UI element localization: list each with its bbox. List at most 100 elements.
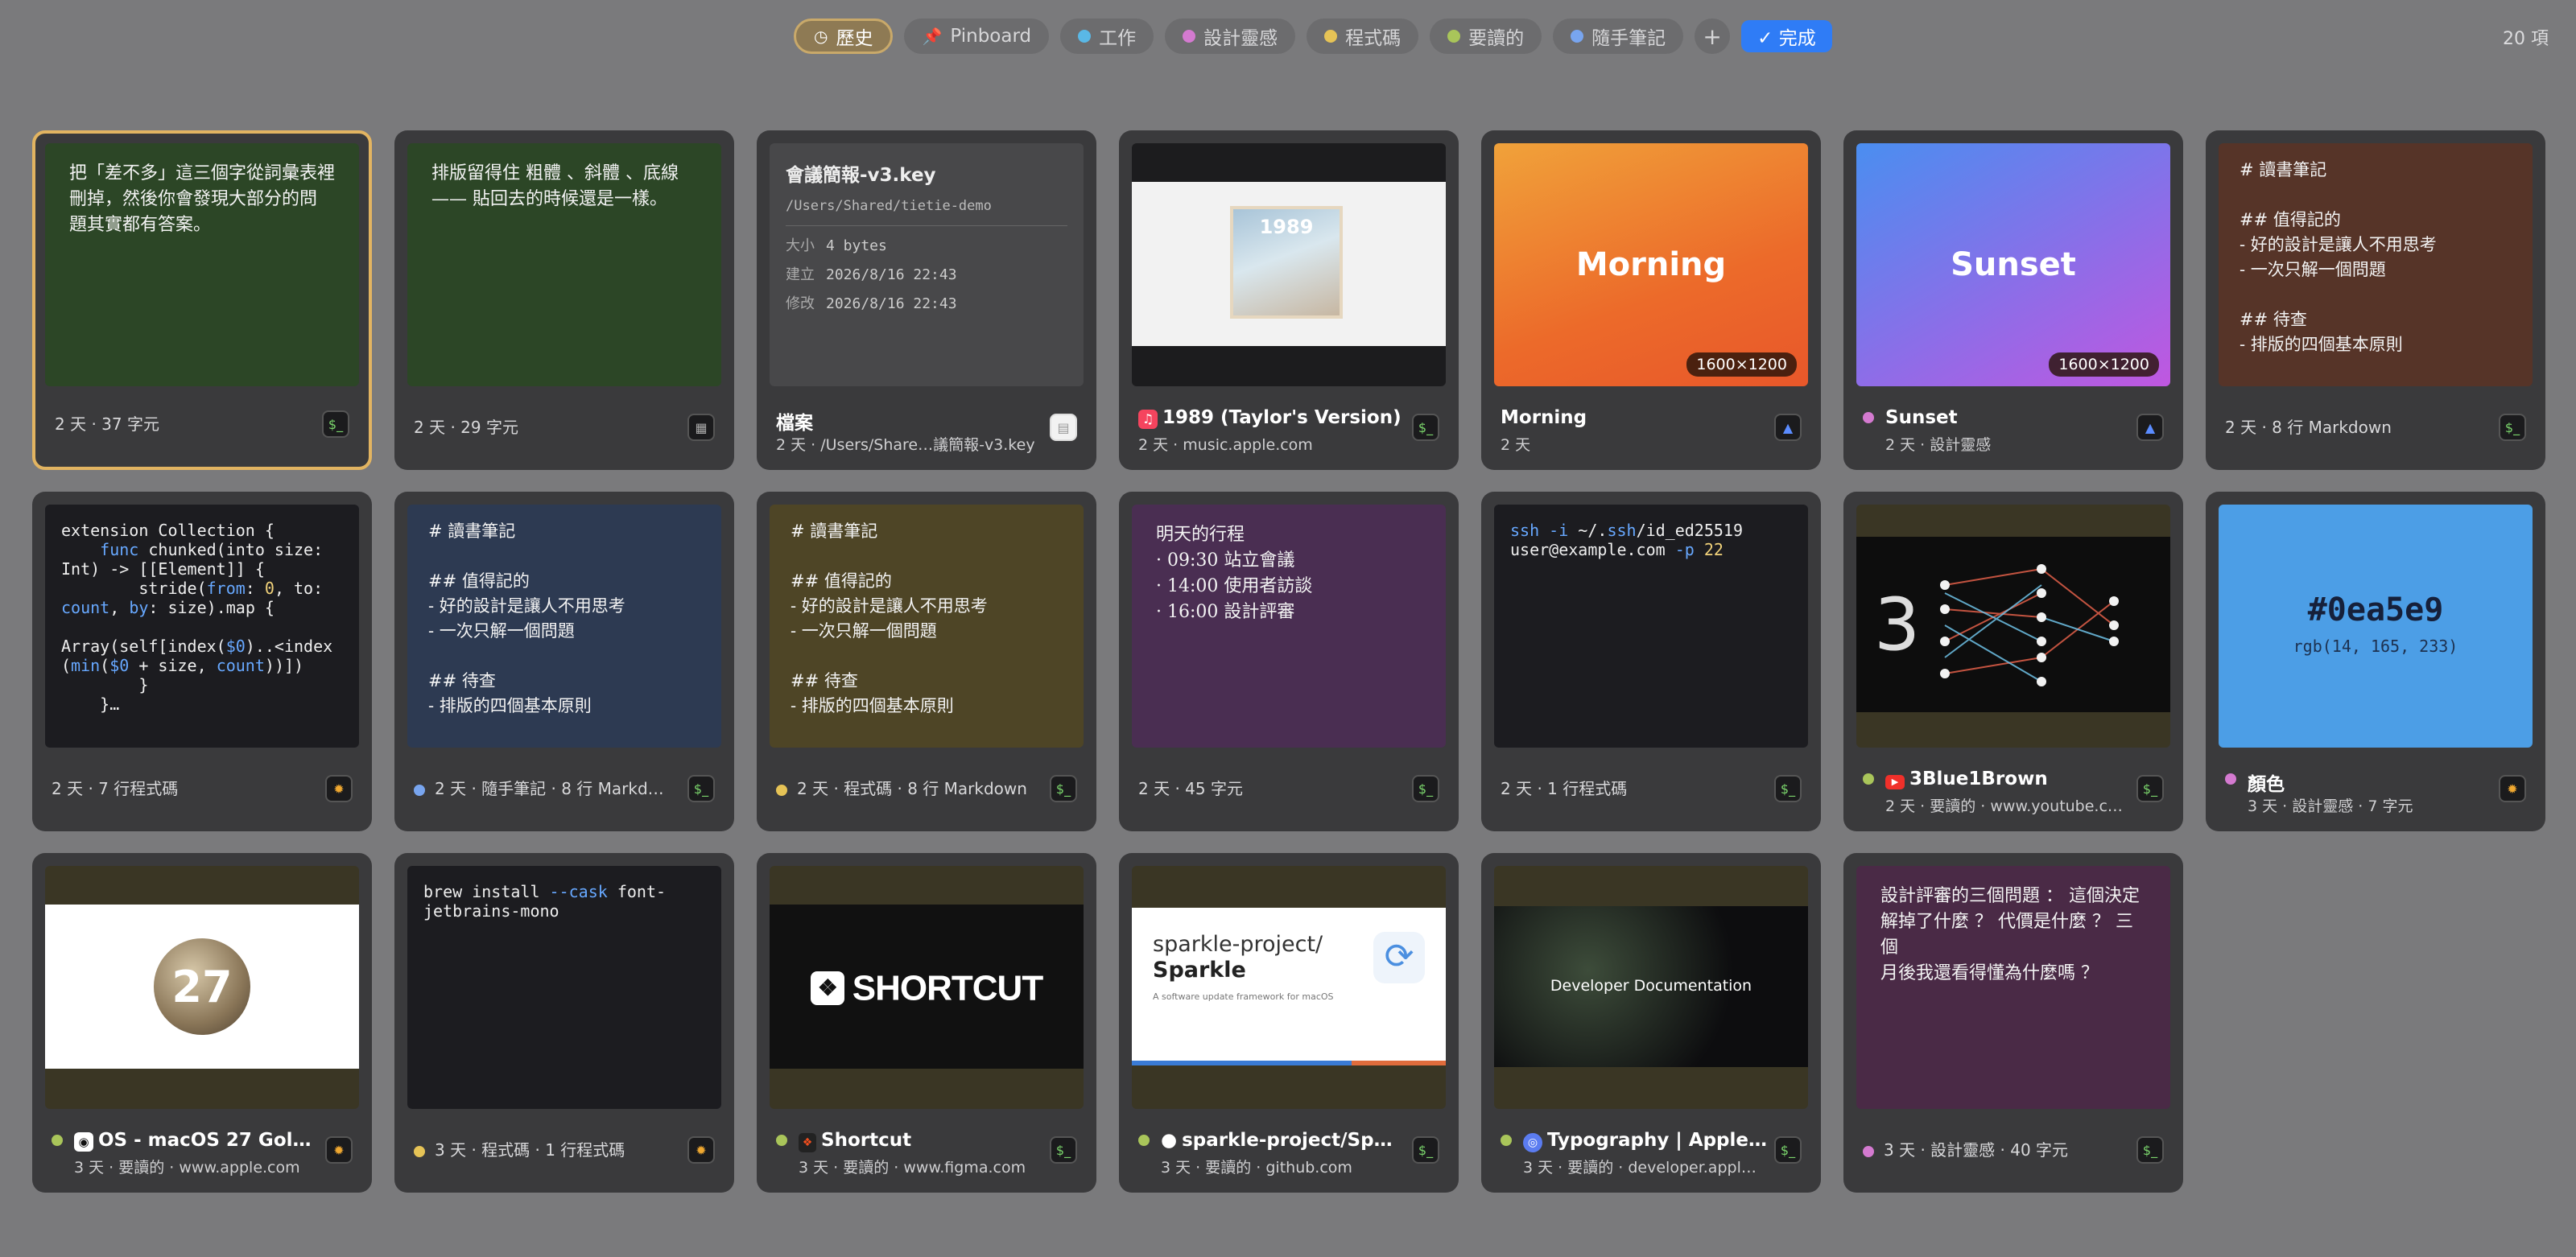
clip-card[interactable]: # 讀書筆記 ## 值得記的 - 好的設計是讓人不用思考 - 一次只解一個問題 … [757,492,1096,831]
clip-card[interactable]: 排版留得住 粗體 、斜體 、底線 —— 貼回去的時候還是一樣。 2 天 · 29… [394,130,734,470]
tab-notes[interactable]: 隨手筆記 [1553,19,1684,54]
link-preview: ❖ SHORTCUT [770,866,1084,1109]
tag-dot [776,784,787,796]
github-icon: ● [1161,1130,1178,1151]
clock-icon: ◷ [814,27,828,46]
clip-card[interactable]: 明天的行程 · 09:30 站立會議 · 14:00 使用者訪談 · 16:00… [1119,492,1459,831]
text-preview: # 讀書筆記 ## 值得記的 - 好的設計是讓人不用思考 - 一次只解一個問題 … [407,505,721,748]
card-meta: 2 天 · 隨手筆記 · 8 行 Markd… [414,776,664,799]
color-dot [1571,30,1584,43]
terminal-icon: $_ [1412,775,1439,802]
card-meta: 2 天 · 1 行程式碼 [1501,779,1628,798]
clip-card[interactable]: 設計評審的三個問題 ： 這個決定 解掉了什麼 ？ 代價是什麼 ？ 三個 月後我還… [1843,853,2183,1193]
grid-app-icon: ▦ [687,414,715,441]
card-meta: 2 天 · 45 字元 [1138,779,1243,798]
color-dot [1078,30,1092,43]
terminal-icon: $_ [1774,1136,1802,1164]
color-hex: #0ea5e9 [2307,591,2444,628]
affinity-icon: ▲ [1774,414,1802,441]
card-meta: 2 天 · 設計靈感 [1885,436,1992,454]
card-title: 顏色 [2248,774,2285,795]
size-badge: 1600×1200 [1686,352,1797,377]
tag-dot [1501,1135,1512,1146]
card-meta: 2 天 · 7 行程式碼 [52,779,179,798]
repo-description: A software update framework for macOS [1153,991,1334,1002]
clip-card[interactable]: extension Collection { func chunked(into… [32,492,372,831]
macos-badge: 27 [154,938,250,1035]
clip-card[interactable]: ssh -i ~/.ssh/id_ed25519 user@example.co… [1481,492,1821,831]
card-meta: 2 天 · music.apple.com [1138,436,1313,454]
neural-network-thumbnail: 3 [1874,564,2119,686]
terminal-icon: $_ [2136,775,2164,802]
terminal-icon: $_ [1050,1136,1077,1164]
paw-app-icon: ✹ [325,1136,353,1164]
clip-card[interactable]: # 讀書筆記 ## 值得記的 - 好的設計是讓人不用思考 - 一次只解一個問題 … [2206,130,2545,470]
tab-design[interactable]: 設計靈感 [1165,19,1296,54]
card-meta: 3 天 · 要讀的 · developer.appl… [1523,1159,1757,1177]
image-preview: Morning 1600×1200 [1494,143,1808,386]
code-preview: extension Collection { func chunked(into… [45,505,359,748]
card-meta: 3 天 · 設計靈感 · 40 字元 [1863,1137,2068,1160]
code-preview: ssh -i ~/.ssh/id_ed25519 user@example.co… [1494,505,1808,748]
card-meta: 3 天 · 要讀的 · www.figma.com [799,1159,1026,1177]
tag-dot [414,1145,425,1157]
figma-icon: ❖ [799,1133,816,1152]
color-dot [1324,30,1338,43]
text-preview: 把「差不多」這三個字從詞彙表裡 刪掉，然後你會發現大部分的問 題其實都有答案。 [45,143,359,386]
tag-dot [1863,1145,1874,1157]
card-title: ▶ 3Blue1Brown [1885,769,2048,789]
clip-card[interactable]: 1989 ♫ 1989 (Taylor's Version) 2 天 · music… [1119,130,1459,470]
clip-card[interactable]: ❖ SHORTCUT ❖ Shortcut 3 天 · 要讀的 · www.figma… [757,853,1096,1193]
add-tab-button[interactable]: + [1695,19,1731,54]
card-meta: 2 天 · 程式碼 · 8 行 Markdown [776,776,1027,799]
link-preview: 27 [45,866,359,1109]
clip-card[interactable]: 把「差不多」這三個字從詞彙表裡 刪掉，然後你會發現大部分的問 題其實都有答案。 … [32,130,372,470]
card-title: ♫ 1989 (Taylor's Version) [1138,407,1402,429]
youtube-icon: ▶ [1885,775,1905,789]
item-count: 20 項 [2503,29,2549,49]
text-preview: 設計評審的三個問題 ： 這個決定 解掉了什麼 ？ 代價是什麼 ？ 三個 月後我還… [1856,866,2170,1109]
tab-pinboard[interactable]: 📌 Pinboard [904,19,1050,54]
music-icon: ♫ [1138,410,1158,429]
clip-card[interactable]: 27 ◉ OS - macOS 27 Gol… 3 天 · 要讀的 · www.ap… [32,853,372,1193]
card-meta: 2 天 · 要讀的 · www.youtube.c… [1885,797,2123,815]
done-button[interactable]: ✓ 完成 [1741,20,1832,52]
terminal-icon: $_ [1412,1136,1439,1164]
clip-card[interactable]: Morning 1600×1200 Morning 2 天 ▲ [1481,130,1821,470]
apple-icon: ◉ [74,1132,93,1152]
tag-dot [52,1135,63,1146]
tag-dot [1863,412,1874,423]
file-preview: 會議簡報-v3.key /Users/Shared/tietie-demo 大小… [770,143,1084,386]
color-preview: #0ea5e9 rgb(14, 165, 233) [2219,505,2533,748]
tab-code[interactable]: 程式碼 [1307,19,1419,54]
card-meta: 2 天 · /Users/Share…議簡報-v3.key [776,436,1035,454]
clip-card[interactable]: Sunset 1600×1200 Sunset 2 天 · 設計靈感 ▲ [1843,130,2183,470]
card-title: ❖ Shortcut [799,1130,911,1152]
clip-card[interactable]: 3 ▶ 3Blue1Brown 2 天 · 要讀的 · www.youtube.c…… [1843,492,2183,831]
tab-history[interactable]: ◷ 歷史 [794,19,894,54]
code-preview: brew install --cask font- jetbrains-mono [407,866,721,1109]
tag-dot [776,1135,787,1146]
paw-app-icon: ✹ [325,775,353,802]
card-meta: 2 天 · 8 行 Markdown [2225,418,2392,437]
card-meta: 3 天 · 要讀的 · github.com [1161,1159,1352,1177]
video-preview: 3 [1856,505,2170,748]
text-preview: 明天的行程 · 09:30 站立會議 · 14:00 使用者訪談 · 16:00… [1132,505,1446,748]
document-icon: ▤ [1050,414,1077,441]
developer-docs-banner: Developer Documentation [1550,977,1752,995]
tab-work[interactable]: 工作 [1060,19,1154,54]
clip-card[interactable]: brew install --cask font- jetbrains-mono… [394,853,734,1193]
clip-card[interactable]: # 讀書筆記 ## 值得記的 - 好的設計是讓人不用思考 - 一次只解一個問題 … [394,492,734,831]
clip-card[interactable]: #0ea5e9 rgb(14, 165, 233) 顏色 3 天 · 設計靈感 ·… [2206,492,2545,831]
tab-toread[interactable]: 要讀的 [1430,19,1542,54]
tag-dot [1138,1135,1150,1146]
card-title: Sunset [1885,407,1958,428]
clip-card[interactable]: 會議簡報-v3.key /Users/Shared/tietie-demo 大小… [757,130,1096,470]
terminal-icon: $_ [687,775,715,802]
paw-app-icon: ✹ [2499,775,2526,802]
tag-dot [414,784,425,796]
clip-card[interactable]: sparkle-project/ Sparkle A software upda… [1119,853,1459,1193]
clip-card[interactable]: Developer Documentation ◎ Typography | Ap… [1481,853,1821,1193]
terminal-icon: $_ [1412,414,1439,441]
card-meta: 3 天 · 設計靈感 · 7 字元 [2248,797,2413,815]
